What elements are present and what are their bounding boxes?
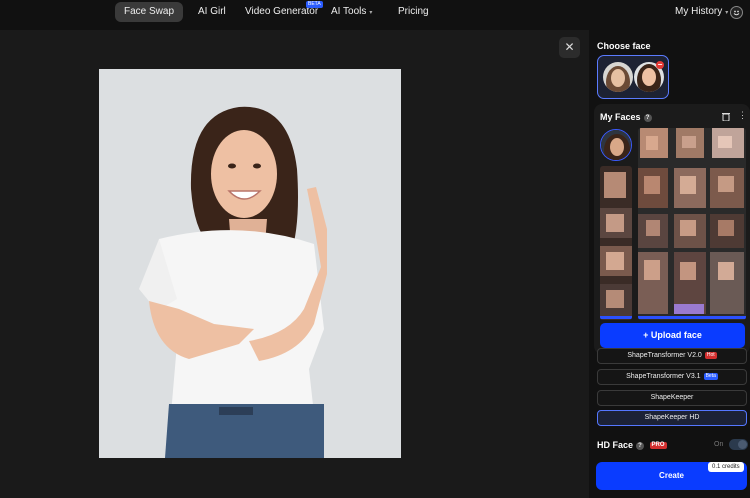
pixelated-faces-image [638,128,746,320]
model-shape-transformer-v3-label: ShapeTransformer V3.1 [626,373,701,380]
help-icon[interactable]: ? [643,113,652,122]
my-history-menu[interactable]: My History ▾ [675,2,728,22]
hd-face-toggle[interactable] [729,439,748,450]
nav-ai-girl-label: AI Girl [198,6,226,17]
nav-face-swap-label: Face Swap [124,6,175,17]
chevron-down-icon: ▾ [725,10,729,16]
blurred-face-column[interactable] [600,166,632,320]
user-avatar[interactable] [730,6,743,19]
video-generator-beta-badge: BETA [306,1,323,8]
close-icon: ✕ [564,40,575,54]
nav-pricing[interactable]: Pricing [398,2,429,22]
nav-ai-tools-label: AI Tools [331,6,367,17]
pro-badge: PRO [649,442,667,450]
upload-face-button[interactable]: + Upload face [600,323,745,348]
my-face-thumbnail[interactable] [600,129,632,161]
model-shape-transformer-v2-label: ShapeTransformer V2.0 [627,352,702,359]
model-shape-keeper-hd-label: ShapeKeeper HD [644,414,700,421]
blurred-face-grid[interactable] [638,128,746,320]
hd-face-toggle-state: On [714,441,724,448]
nav-ai-girl[interactable]: AI Girl [198,2,226,22]
model-shape-keeper-label: ShapeKeeper [650,394,694,401]
hot-badge: Hot [704,351,717,359]
portrait-illustration [99,69,401,458]
toggle-knob [738,440,747,449]
close-button[interactable]: ✕ [559,37,580,58]
smile-icon [733,10,740,16]
hd-face-title: HD Face? PRO [597,440,667,450]
my-history-label: My History [675,6,723,17]
source-face-image [603,62,633,92]
target-photo [99,69,401,458]
model-shape-keeper[interactable]: ShapeKeeper [597,390,747,406]
my-faces-title: My Faces? [600,112,652,122]
help-icon[interactable]: ? [636,441,645,450]
beta-badge: Beta [703,372,718,380]
hd-face-label: HD Face [597,440,634,450]
nav-pricing-label: Pricing [398,6,429,17]
chevron-down-icon: ▾ [369,10,373,16]
model-shape-keeper-hd[interactable]: ShapeKeeper HD [597,410,747,426]
my-faces-label: My Faces [600,112,641,122]
more-options-icon[interactable]: ⋮ [738,110,747,121]
model-shape-transformer-v2[interactable]: ShapeTransformer V2.0 Hot [597,348,747,364]
trash-icon[interactable] [722,112,730,121]
model-shape-transformer-v3[interactable]: ShapeTransformer V3.1 Beta [597,369,747,385]
source-face-avatar[interactable] [603,62,633,92]
choose-face-title: Choose face [597,41,651,51]
nav-face-swap[interactable]: Face Swap [115,2,184,22]
remove-face-button[interactable]: − [656,61,664,69]
pixelated-faces-column-image [600,166,632,320]
nav-ai-tools[interactable]: AI Tools ▾ [331,2,372,22]
credits-badge: 0.1 credits [708,462,744,472]
top-navigation-bar: Face Swap AI Girl Video Generator BETA A… [0,0,750,30]
